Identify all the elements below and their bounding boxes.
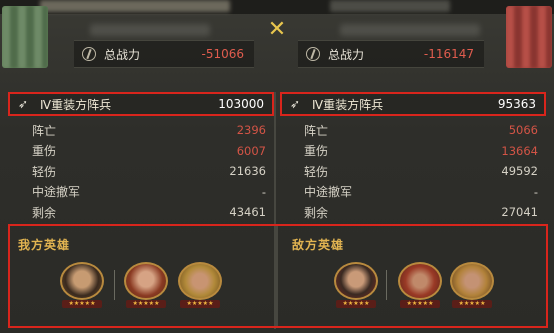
crossed-swords-icon: ✕: [267, 17, 287, 42]
stat-label: 阵亡: [32, 123, 57, 138]
stat-row-dead: 阵亡 5066: [280, 120, 546, 141]
top-title-bar: [0, 0, 554, 14]
unit-name: Ⅳ重装方阵兵: [40, 97, 112, 112]
total-power-label: 总战力: [104, 47, 141, 62]
spear-icon: ➶: [18, 97, 29, 111]
spear-icon: ➶: [290, 97, 301, 111]
hero-portrait[interactable]: ★★★★★: [450, 262, 494, 310]
player-avatar-left[interactable]: [2, 6, 48, 68]
hero-stars: ★★★★★: [62, 300, 102, 308]
own-troop-panel: ➶ Ⅳ重装方阵兵 103000 阵亡 2396 重伤 6007 轻伤 21636…: [8, 92, 274, 228]
hero-portrait[interactable]: ★★★★★: [334, 262, 378, 310]
unit-name: Ⅳ重装方阵兵: [312, 97, 384, 112]
total-power-value: -51066: [201, 47, 244, 61]
stats-list: 阵亡 5066 重伤 13664 轻伤 49592 中途撤军 - 剩余 2704…: [280, 120, 546, 223]
enemy-troop-panel: ➶ Ⅳ重装方阵兵 95363 阵亡 5066 重伤 13664 轻伤 49592…: [280, 92, 546, 228]
stat-value: 49592: [501, 164, 538, 179]
total-power-bar-right: 总战力 -116147: [298, 40, 484, 68]
hero-stars: ★★★★★: [336, 300, 376, 308]
stat-value: 6007: [236, 143, 266, 158]
hero-portrait[interactable]: ★★★★★: [398, 262, 442, 310]
stat-value: -: [261, 184, 266, 199]
hero-portrait[interactable]: ★★★★★: [60, 262, 104, 310]
hero-stars: ★★★★★: [126, 300, 166, 308]
power-icon: [82, 47, 96, 61]
stat-label: 轻伤: [304, 164, 329, 179]
hero-divider: [386, 270, 387, 300]
stat-value: 21636: [229, 164, 266, 179]
player-avatar-right[interactable]: [506, 6, 552, 68]
stat-row-remaining: 剩余 43461: [8, 202, 274, 223]
stat-value: 5066: [508, 123, 538, 138]
stat-row-light: 轻伤 49592: [280, 161, 546, 182]
blurred-title-right: [330, 0, 450, 12]
stat-value: 2396: [236, 123, 266, 138]
hero-face: [450, 262, 494, 300]
stat-row-retreat: 中途撤军 -: [280, 182, 546, 203]
hero-divider: [114, 270, 115, 300]
hero-stars: ★★★★★: [452, 300, 492, 308]
heroes-section: 我方英雄 敌方英雄 ★★★★★ ★★★★★ ★★★★★ ★★★★★ ★★★★★ …: [8, 224, 548, 328]
unit-row[interactable]: ➶ Ⅳ重装方阵兵 103000: [8, 92, 274, 116]
avatar-mosaic: [506, 6, 552, 68]
hero-stars: ★★★★★: [400, 300, 440, 308]
unit-count: 103000: [218, 97, 264, 111]
blurred-player-name-right: [340, 24, 480, 36]
hero-face: [178, 262, 222, 300]
avatar-mosaic: [2, 6, 48, 68]
unit-count: 95363: [497, 97, 536, 111]
stat-label: 重伤: [304, 144, 329, 159]
stat-label: 中途撤军: [304, 185, 353, 200]
stat-row-retreat: 中途撤军 -: [8, 182, 274, 203]
stat-row-severe: 重伤 13664: [280, 141, 546, 162]
total-power-label: 总战力: [328, 47, 365, 62]
stat-value: 13664: [501, 143, 538, 158]
stat-row-severe: 重伤 6007: [8, 141, 274, 162]
blurred-title-left: [40, 0, 230, 12]
stat-value: 27041: [501, 205, 538, 220]
enemy-heroes-title: 敌方英雄: [292, 238, 345, 252]
stat-label: 阵亡: [304, 123, 329, 138]
stat-label: 剩余: [304, 205, 329, 220]
hero-face: [124, 262, 168, 300]
stat-label: 中途撤军: [32, 185, 81, 200]
stats-list: 阵亡 2396 重伤 6007 轻伤 21636 中途撤军 - 剩余 43461: [8, 120, 274, 223]
stat-value: -: [533, 184, 538, 199]
hero-face: [60, 262, 104, 300]
unit-row[interactable]: ➶ Ⅳ重装方阵兵 95363: [280, 92, 546, 116]
heroes-divider: [276, 226, 278, 326]
stat-label: 轻伤: [32, 164, 57, 179]
stat-label: 重伤: [32, 144, 57, 159]
total-power-value: -116147: [423, 47, 474, 61]
stat-label: 剩余: [32, 205, 57, 220]
stat-row-dead: 阵亡 2396: [8, 120, 274, 141]
stat-row-light: 轻伤 21636: [8, 161, 274, 182]
total-power-bar-left: 总战力 -51066: [74, 40, 254, 68]
hero-stars: ★★★★★: [180, 300, 220, 308]
hero-face: [334, 262, 378, 300]
battle-report-window: ✕ 总战力 -51066 总战力 -116147 ➶ Ⅳ重装方阵兵 103000…: [0, 0, 554, 333]
blurred-player-name-left: [90, 24, 210, 36]
hero-portrait[interactable]: ★★★★★: [124, 262, 168, 310]
stat-value: 43461: [229, 205, 266, 220]
hero-face: [398, 262, 442, 300]
own-heroes-title: 我方英雄: [18, 238, 71, 252]
hero-portrait[interactable]: ★★★★★: [178, 262, 222, 310]
power-icon: [306, 47, 320, 61]
stat-row-remaining: 剩余 27041: [280, 202, 546, 223]
